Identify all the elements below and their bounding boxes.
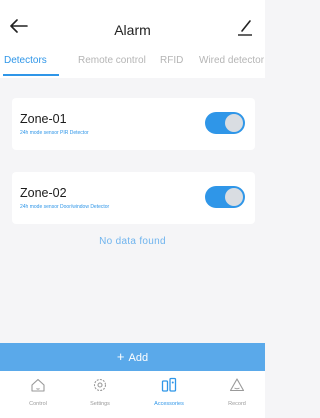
empty-message: No data found — [99, 236, 166, 247]
tab-rfid[interactable]: RFID — [160, 55, 183, 66]
zone-card[interactable]: Zone-01 24h mode sensor PIR Detector — [12, 98, 255, 150]
plus-icon: + — [116, 349, 125, 364]
toggle-knob — [225, 114, 243, 132]
add-button-label: Add — [128, 352, 149, 364]
add-button[interactable]: + Add — [0, 343, 265, 371]
gear-icon — [93, 378, 107, 392]
accessories-icon — [161, 377, 177, 392]
nav-item-record[interactable]: Record — [212, 377, 262, 407]
zone-name: Zone-01 — [20, 112, 67, 126]
nav-label: Settings — [90, 401, 110, 407]
warning-icon — [229, 378, 245, 392]
nav-item-control[interactable]: Control — [13, 377, 63, 407]
zone-toggle[interactable] — [205, 112, 245, 134]
nav-label: Accessories — [154, 401, 184, 407]
nav-label: Control — [29, 401, 47, 407]
top-bar: Alarm — [0, 0, 265, 46]
zone-name: Zone-02 — [20, 186, 67, 200]
nav-item-accessories[interactable]: Accessories — [144, 377, 194, 407]
zone-subtitle: 24h mode sensor Door/window Detector — [20, 204, 110, 210]
tab-remote-control[interactable]: Remote control — [78, 55, 146, 66]
nav-label: Record — [228, 401, 246, 407]
bottom-nav: Control Settings Accessories Record — [0, 371, 265, 418]
tab-wired-detector[interactable]: Wired detector — [199, 55, 264, 66]
active-tab-indicator — [3, 74, 59, 76]
tab-bar: Detectors Remote control RFID Wired dete… — [0, 46, 265, 78]
zone-card[interactable]: Zone-02 24h mode sensor Door/window Dete… — [12, 172, 255, 224]
toggle-knob — [225, 188, 243, 206]
page-title: Alarm — [114, 22, 151, 38]
nav-item-settings[interactable]: Settings — [75, 377, 125, 407]
zone-toggle[interactable] — [205, 186, 245, 208]
home-icon — [31, 378, 45, 392]
tab-detectors[interactable]: Detectors — [4, 55, 47, 66]
zone-subtitle: 24h mode sensor PIR Detector — [20, 130, 89, 136]
edit-icon[interactable] — [237, 19, 253, 37]
